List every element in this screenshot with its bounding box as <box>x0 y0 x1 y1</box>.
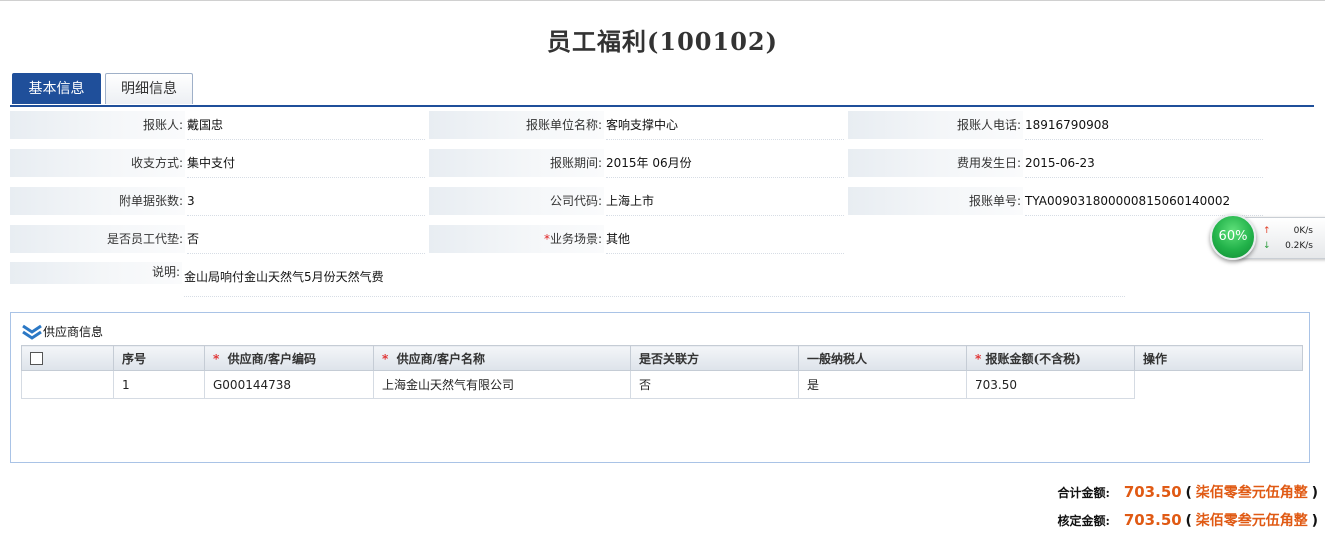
table-row[interactable]: 1 G000144738 上海金山天然气有限公司 否 是 703.50 <box>21 370 1303 399</box>
supplier-table: 序号 * 供应商/客户编码 * 供应商/客户名称 是否关联方 一般纳税人 * 报… <box>21 345 1303 399</box>
cell-taxpayer: 是 <box>798 370 967 399</box>
field-claimant: 报账人: 戴国忠 <box>10 111 428 140</box>
field-label-text: 业务场景: <box>549 232 602 246</box>
network-speed-widget[interactable]: ↑ 0K/s ↓ 0.2K/s + 60% <box>1210 214 1325 260</box>
double-chevron-down-icon[interactable] <box>21 324 43 340</box>
upload-arrow-icon: ↑ <box>1263 226 1271 236</box>
supplier-panel-header: 供应商信息 <box>21 323 103 341</box>
field-value: 2015-06-23 <box>1025 149 1263 178</box>
table-header-row: 序号 * 供应商/客户编码 * 供应商/客户名称 是否关联方 一般纳税人 * 报… <box>21 345 1303 371</box>
field-phone: 报账人电话: 18916790908 <box>848 111 1266 140</box>
required-mark: * <box>382 351 389 366</box>
top-divider <box>0 0 1325 1</box>
cell-related: 否 <box>630 370 799 399</box>
field-doc-number: 报账单号: TYA009031800000815060140002 <box>848 187 1266 216</box>
approved-amount-value: 703.50 <box>1123 511 1182 529</box>
field-value: 18916790908 <box>1025 111 1263 140</box>
column-header: * 报账金额(不含税) <box>966 345 1135 371</box>
field-business-scenario: *业务场景: 其他 <box>429 225 847 254</box>
field-label: 报账人: <box>10 111 185 139</box>
tab-detail-info[interactable]: 明细信息 <box>105 73 193 104</box>
column-header-text: 供应商/客户名称 <box>396 351 486 366</box>
select-all-checkbox[interactable] <box>30 352 43 365</box>
cell-name: 上海金山天然气有限公司 <box>373 370 631 399</box>
download-speed: 0.2K/s <box>1285 241 1313 251</box>
approved-amount-label: 核定金额: <box>1057 514 1110 528</box>
cell-no: 1 <box>113 370 205 399</box>
field-value: 集中支付 <box>187 149 425 178</box>
memory-percent-ball[interactable]: 60% <box>1210 214 1256 260</box>
column-header: 序号 <box>113 345 205 371</box>
field-company-code: 公司代码: 上海上市 <box>429 187 847 216</box>
column-header-select[interactable] <box>21 345 114 371</box>
field-attachments: 附单据张数: 3 <box>10 187 428 216</box>
field-period: 报账期间: 2015年 06月份 <box>429 149 847 178</box>
paren-open: ( <box>1185 513 1192 529</box>
column-header: * 供应商/客户编码 <box>204 345 374 371</box>
approved-amount-row: 核定金额: 703.50 ( 柒佰零叁元伍角整 ) <box>1058 510 1318 530</box>
field-value: 戴国忠 <box>187 111 425 140</box>
field-label: 收支方式: <box>10 149 185 177</box>
field-value: TYA009031800000815060140002 <box>1025 187 1263 216</box>
field-label: 报账单位名称: <box>429 111 604 139</box>
field-value: 其他 <box>606 225 844 254</box>
required-mark: * <box>975 351 982 366</box>
field-employee-advance: 是否员工代垫: 否 <box>10 225 428 254</box>
field-unit: 报账单位名称: 客响支撑中心 <box>429 111 847 140</box>
field-payment-method: 收支方式: 集中支付 <box>10 149 428 178</box>
paren-open: ( <box>1185 485 1192 501</box>
column-header-text: 报账金额(不含税) <box>985 351 1081 366</box>
column-header: 一般纳税人 <box>798 345 967 371</box>
cell-code: G000144738 <box>204 370 374 399</box>
column-header: * 供应商/客户名称 <box>373 345 631 371</box>
tab-basic-info[interactable]: 基本信息 <box>12 73 101 104</box>
supplier-panel-title: 供应商信息 <box>43 325 104 339</box>
field-value: 2015年 06月份 <box>606 149 844 178</box>
paren-close: ) <box>1311 485 1318 501</box>
field-expense-date: 费用发生日: 2015-06-23 <box>848 149 1266 178</box>
field-label: 是否员工代垫: <box>10 225 185 253</box>
download-arrow-icon: ↓ <box>1263 241 1271 251</box>
field-label: 说明: <box>10 262 182 284</box>
page-title: 员工福利(100102) <box>547 27 778 56</box>
field-value: 金山局响付金山天然气5月份天然气费 <box>184 262 1125 297</box>
required-mark: * <box>213 351 220 366</box>
approved-amount-chinese: 柒佰零叁元伍角整 <box>1195 513 1308 529</box>
column-header: 操作 <box>1134 345 1303 371</box>
supplier-panel: 供应商信息 序号 * 供应商/客户编码 * 供应商/客户名称 是否关联方 一般纳… <box>10 312 1310 463</box>
total-amount-value: 703.50 <box>1123 483 1182 501</box>
column-header: 是否关联方 <box>630 345 799 371</box>
cell-actions <box>1134 370 1303 399</box>
field-label: 附单据张数: <box>10 187 185 215</box>
upload-speed: 0K/s <box>1293 226 1313 236</box>
field-label: 公司代码: <box>429 187 604 215</box>
cell-amount: 703.50 <box>966 370 1135 399</box>
field-value: 客响支撑中心 <box>606 111 844 140</box>
total-amount-label: 合计金额: <box>1057 486 1110 500</box>
column-header-text: 供应商/客户编码 <box>227 351 317 366</box>
field-label: 费用发生日: <box>848 149 1023 177</box>
field-label: *业务场景: <box>429 225 604 253</box>
field-label: 报账人电话: <box>848 111 1023 139</box>
total-amount-row: 合计金额: 703.50 ( 柒佰零叁元伍角整 ) <box>1058 482 1318 502</box>
total-amount-chinese: 柒佰零叁元伍角整 <box>1195 485 1308 501</box>
paren-close: ) <box>1311 513 1318 529</box>
field-description: 说明: 金山局响付金山天然气5月份天然气费 <box>10 262 1125 297</box>
field-label: 报账单号: <box>848 187 1023 215</box>
field-value: 上海上市 <box>606 187 844 216</box>
tab-bar: 基本信息 明细信息 <box>10 72 1314 107</box>
field-label: 报账期间: <box>429 149 604 177</box>
field-value: 3 <box>187 187 425 216</box>
row-select-cell[interactable] <box>21 370 114 399</box>
field-value: 否 <box>187 225 425 254</box>
